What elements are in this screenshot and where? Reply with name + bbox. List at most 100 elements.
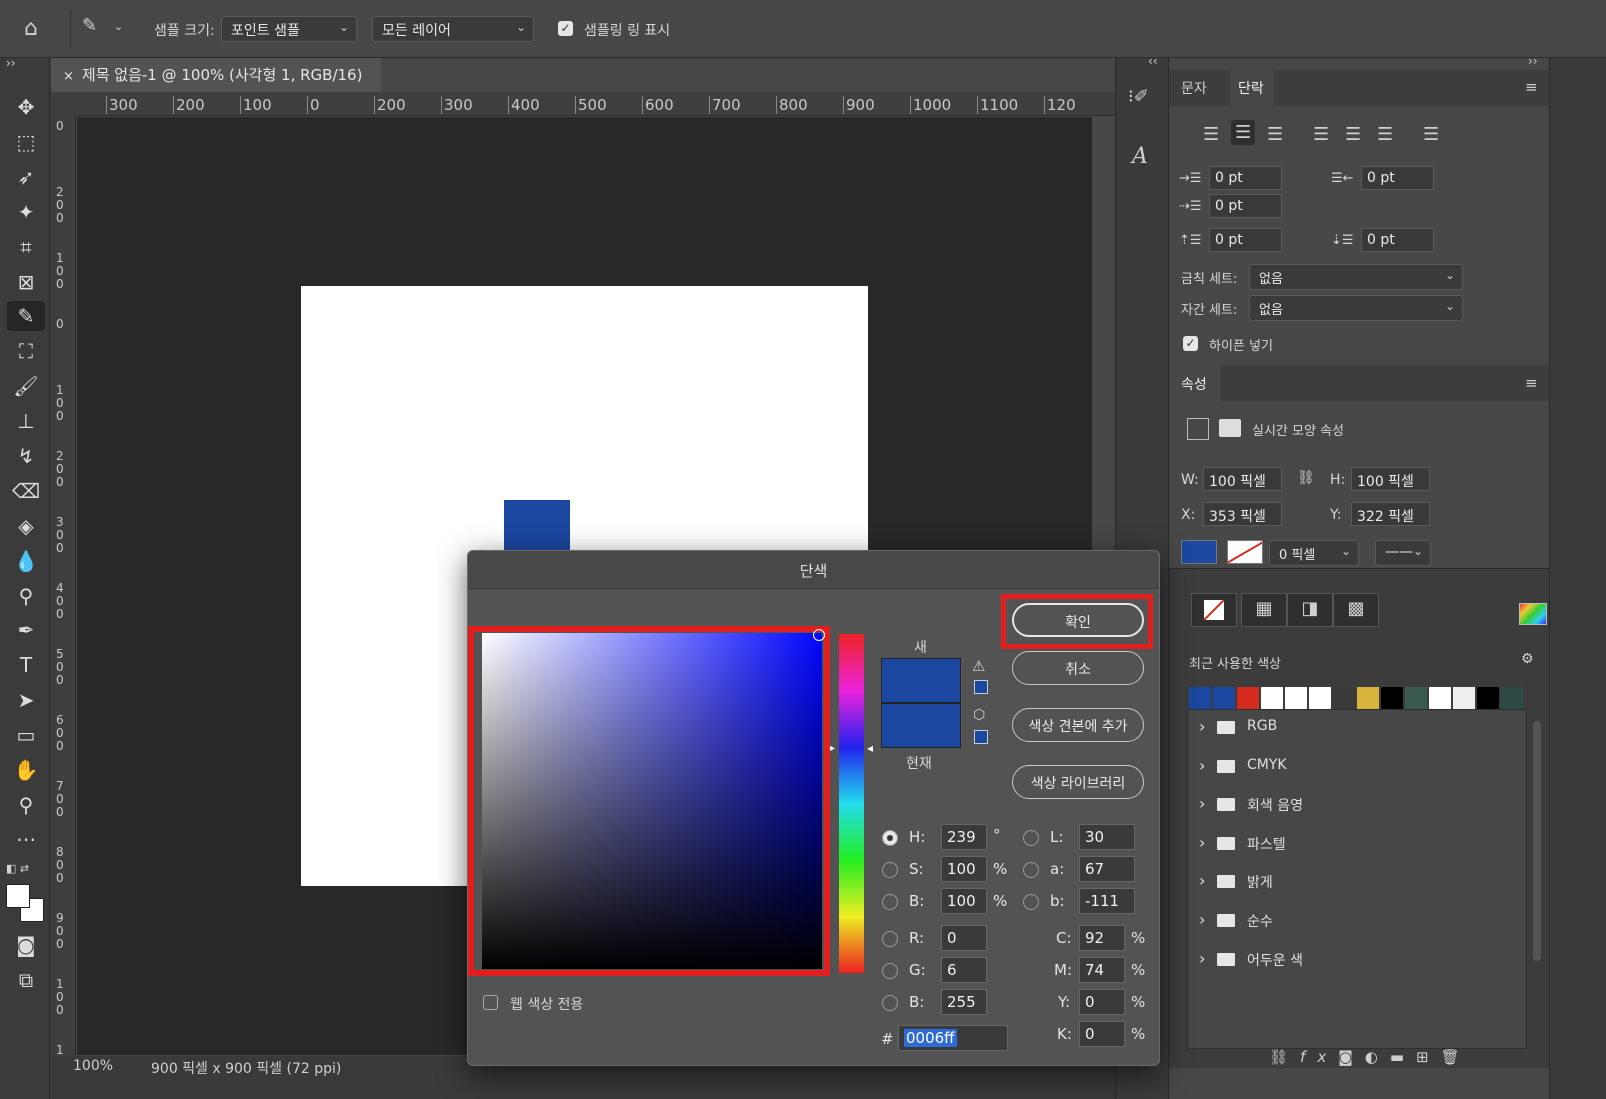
zoom-tool-icon[interactable]: ⚲ — [7, 790, 45, 820]
stamp-tool-icon[interactable]: ⊥ — [7, 406, 45, 436]
swatch-folder[interactable]: › RGB — [1199, 715, 1529, 745]
swatch-folder[interactable]: › 밝게 — [1199, 869, 1529, 899]
kinsoku-select[interactable]: 없음 ⌄ — [1249, 264, 1463, 290]
web-safe-swatch[interactable] — [974, 730, 988, 744]
hue-slider-left-arrow[interactable]: ▸ — [830, 743, 835, 754]
type-tool-icon[interactable]: T — [7, 650, 45, 680]
pattern-fill-icon[interactable]: ▩ — [1333, 593, 1379, 627]
fx-icon[interactable]: fx — [1300, 1048, 1338, 1066]
recent-color-swatch[interactable] — [1285, 687, 1307, 709]
sample-layers-select[interactable]: 모든 레이어 ⌄ — [372, 16, 534, 42]
r-radio[interactable] — [882, 931, 898, 947]
crop-tool-icon[interactable]: ⌗ — [7, 232, 45, 262]
document-info[interactable]: 900 픽셀 x 900 픽셀 (72 ppi) — [151, 1058, 341, 1078]
swatch-folder[interactable]: › CMYK — [1199, 754, 1529, 784]
web-only-checkbox[interactable] — [483, 995, 498, 1010]
recent-color-swatch[interactable] — [1309, 687, 1331, 709]
h-field[interactable]: 239 — [941, 824, 987, 850]
cancel-button[interactable]: 취소 — [1012, 651, 1144, 685]
recent-color-swatch[interactable] — [1213, 687, 1235, 709]
path-select-tool-icon[interactable]: ➤ — [7, 685, 45, 715]
tab-character[interactable]: 문자 — [1181, 78, 1207, 98]
history-brush-tool-icon[interactable]: ↯ — [7, 441, 45, 471]
recent-color-swatch[interactable] — [1189, 687, 1211, 709]
width-field[interactable]: 100 픽셀 — [1203, 467, 1282, 491]
g-field[interactable]: 6 — [941, 957, 987, 983]
blue-radio[interactable] — [882, 995, 898, 1011]
justify-last-center-icon[interactable]: ☰ — [1345, 124, 1361, 145]
recent-color-swatch[interactable] — [1357, 687, 1379, 709]
indent-first-field[interactable]: 0 pt — [1209, 194, 1282, 218]
color-picker-icon[interactable] — [1519, 603, 1547, 625]
rectangle-tool-icon[interactable]: ▭ — [7, 720, 45, 750]
swatch-folder[interactable]: › 회색 음영 — [1199, 792, 1529, 822]
b-field[interactable]: 100 — [941, 888, 987, 914]
color-field-marker[interactable] — [813, 629, 825, 641]
gamut-warning-icon[interactable]: ⚠ — [972, 657, 985, 675]
recent-color-swatch[interactable] — [1405, 687, 1427, 709]
blue-field[interactable]: 255 — [941, 989, 987, 1015]
show-ring-checkbox[interactable]: ✓ — [558, 21, 573, 36]
document-tab[interactable]: × 제목 없음-1 @ 100% (사각형 1, RGB/16) — [51, 58, 381, 92]
tab-properties[interactable]: 속성 — [1169, 365, 1221, 401]
brush-settings-icon[interactable]: ⁝✐ — [1128, 86, 1149, 107]
collapse-icon[interactable]: ›› — [1528, 54, 1538, 68]
more-tools-icon[interactable]: ⋯ — [7, 824, 45, 854]
foreground-color-swatch[interactable] — [6, 884, 30, 908]
recent-color-swatch[interactable] — [1477, 687, 1499, 709]
align-right-icon[interactable]: ☰ — [1267, 124, 1283, 145]
space-before-field[interactable]: 0 pt — [1209, 228, 1282, 252]
stroke-color-swatch[interactable] — [1227, 540, 1263, 564]
x-field[interactable]: 353 픽셀 — [1203, 502, 1282, 526]
zoom-level[interactable]: 100% — [73, 1058, 113, 1074]
collapse-icon[interactable]: ›› — [6, 56, 16, 70]
lasso-tool-icon[interactable]: ➶ — [7, 162, 45, 192]
l-radio[interactable] — [1023, 830, 1039, 846]
k-field[interactable]: 0 — [1079, 1021, 1125, 1047]
spot-heal-tool-icon[interactable]: ⛶ — [7, 336, 45, 366]
justify-last-right-icon[interactable]: ☰ — [1377, 124, 1393, 145]
y-field[interactable]: 0 — [1079, 989, 1125, 1015]
default-colors-icon[interactable]: ◧ ⇄ — [6, 862, 29, 875]
add-swatch-button[interactable]: 색상 견본에 추가 — [1012, 708, 1144, 742]
color-field[interactable] — [482, 633, 822, 969]
brush-tool-icon[interactable]: 🖌 — [7, 371, 45, 401]
y-field[interactable]: 322 픽셀 — [1351, 502, 1430, 526]
h-radio[interactable] — [882, 830, 898, 846]
panel-menu-icon[interactable]: ≡ — [1525, 78, 1538, 96]
a-field[interactable]: 67 — [1079, 856, 1135, 882]
stroke-type-select[interactable]: —— ⌄ — [1375, 540, 1431, 566]
dodge-tool-icon[interactable]: ⚲ — [7, 581, 45, 611]
hyphenate-checkbox[interactable]: ✓ — [1183, 336, 1198, 351]
lab-b-radio[interactable] — [1023, 894, 1039, 910]
pen-tool-icon[interactable]: ✒ — [7, 615, 45, 645]
tab-paragraph[interactable]: 단락 — [1230, 70, 1274, 106]
recent-color-swatch[interactable] — [1381, 687, 1403, 709]
indent-left-field[interactable]: 0 pt — [1209, 166, 1282, 190]
align-center-icon[interactable]: ☰ — [1231, 120, 1256, 145]
panel-menu-icon[interactable]: ≡ — [1525, 374, 1538, 392]
recent-color-swatch[interactable] — [1237, 687, 1259, 709]
justify-last-left-icon[interactable]: ☰ — [1313, 124, 1329, 145]
no-fill-icon[interactable] — [1191, 593, 1237, 627]
close-icon[interactable]: × — [63, 69, 74, 84]
scrollbar[interactable] — [1533, 721, 1541, 961]
sample-size-select[interactable]: 포인트 샘플 ⌄ — [221, 16, 357, 42]
color-libraries-button[interactable]: 색상 라이브러리 — [1012, 765, 1144, 799]
fill-color-swatch[interactable] — [1181, 540, 1217, 564]
web-safe-icon[interactable]: ⬡ — [973, 707, 985, 723]
settings-gear-icon[interactable]: ⚙ — [1521, 651, 1534, 667]
eyedropper-icon[interactable]: ✎ — [82, 15, 97, 36]
screen-mode-icon[interactable]: ⧉ — [7, 965, 45, 995]
collapse-icon[interactable]: ‹‹ — [1148, 54, 1158, 68]
swatch-folder[interactable]: › 어두운 색 — [1199, 947, 1529, 977]
l-field[interactable]: 30 — [1079, 824, 1135, 850]
m-field[interactable]: 74 — [1079, 957, 1125, 983]
r-field[interactable]: 0 — [941, 925, 987, 951]
swatch-folder[interactable]: › 파스텔 — [1199, 831, 1529, 861]
s-radio[interactable] — [882, 862, 898, 878]
eraser-tool-icon[interactable]: ⌫ — [7, 476, 45, 506]
chevron-down-icon[interactable]: ⌄ — [114, 20, 123, 33]
marquee-tool-icon[interactable]: ⬚ — [7, 127, 45, 157]
b-radio[interactable] — [882, 894, 898, 910]
